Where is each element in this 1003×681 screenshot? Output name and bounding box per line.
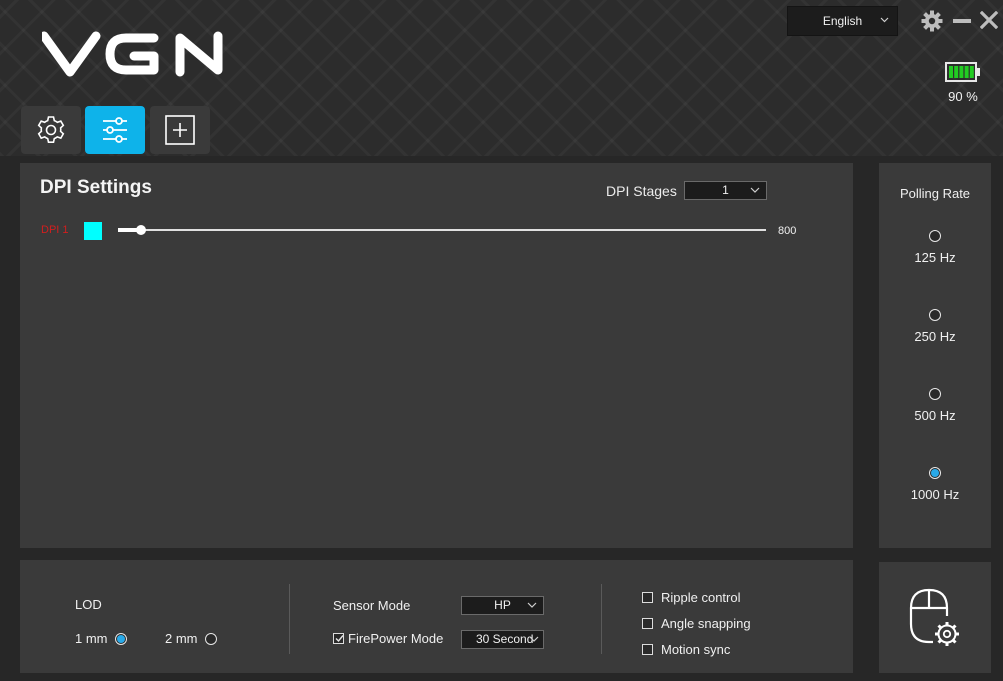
polling-rate-panel: Polling Rate 125 Hz 250 Hz 500 Hz 1000 H… — [879, 163, 991, 548]
angle-snapping-checkbox[interactable] — [642, 618, 653, 629]
battery-icon — [945, 62, 980, 82]
sensor-mode-label: Sensor Mode — [333, 598, 411, 613]
ripple-control-label: Ripple control — [661, 590, 741, 605]
sensor-options-panel: LOD 1 mm 2 mm Sensor Mode HP FirePower M… — [20, 560, 853, 673]
polling-option-1000[interactable]: 1000 Hz — [879, 467, 991, 502]
mouse-settings-icon — [909, 588, 959, 646]
dpi-stages-select[interactable]: 1 — [684, 181, 767, 200]
battery-cell — [949, 66, 953, 78]
dpi-stages-label: DPI Stages — [606, 183, 677, 199]
sensor-mode-value: HP — [494, 598, 511, 612]
divider — [289, 584, 290, 654]
chevron-down-icon — [880, 17, 889, 23]
dpi-settings-title: DPI Settings — [40, 177, 152, 198]
lod-title: LOD — [75, 597, 102, 612]
vgn-app-window: English 90 % DPI Settings DPI Stages 1 D… — [0, 0, 1003, 681]
lod-option-2mm[interactable]: 2 mm — [165, 631, 217, 646]
vgn-logo — [39, 30, 238, 83]
chevron-down-icon — [529, 636, 539, 642]
dpi-settings-panel: DPI Settings DPI Stages 1 DPI 1 800 — [20, 163, 853, 548]
polling-option-250[interactable]: 250 Hz — [879, 309, 991, 344]
polling-radio-500[interactable] — [929, 388, 941, 400]
gear-icon — [37, 116, 65, 143]
polling-label-250: 250 Hz — [914, 329, 956, 344]
checkmark-icon — [335, 635, 344, 643]
ripple-control-option[interactable]: Ripple control — [642, 590, 741, 605]
firepower-checkbox[interactable] — [333, 633, 344, 644]
firepower-duration-value: 30 Second — [476, 632, 534, 646]
lod-option-1mm[interactable]: 1 mm — [75, 631, 127, 646]
language-select[interactable]: English — [787, 6, 898, 36]
dpi-value: 800 — [778, 225, 797, 237]
battery-indicator: 90 % — [943, 62, 983, 104]
dpi-stages-value: 1 — [722, 183, 729, 197]
lod-radio-1mm[interactable] — [114, 632, 127, 645]
polling-radio-1000[interactable] — [929, 467, 941, 479]
polling-label-125: 125 Hz — [914, 250, 956, 265]
lod-label-2mm: 2 mm — [165, 631, 198, 646]
angle-snapping-label: Angle snapping — [661, 616, 751, 631]
mouse-settings-button[interactable] — [879, 562, 991, 673]
plus-square-icon — [165, 115, 195, 145]
battery-percent: 90 % — [948, 89, 978, 104]
polling-label-500: 500 Hz — [914, 408, 956, 423]
minimize-icon[interactable] — [952, 12, 972, 30]
lod-label-1mm: 1 mm — [75, 631, 108, 646]
battery-cell — [964, 66, 969, 78]
polling-radio-250[interactable] — [929, 309, 941, 321]
tab-macro[interactable] — [150, 106, 210, 154]
tab-settings[interactable] — [21, 106, 81, 154]
divider — [601, 584, 602, 654]
sensor-mode-select[interactable]: HP — [461, 596, 544, 615]
header-bar: English 90 % — [0, 0, 1003, 156]
polling-rate-title: Polling Rate — [899, 186, 971, 201]
dpi-slider-thumb[interactable] — [135, 225, 146, 235]
motion-sync-label: Motion sync — [661, 642, 731, 657]
language-select-value: English — [822, 14, 863, 28]
ripple-control-checkbox[interactable] — [642, 592, 653, 603]
dpi-row-label: DPI 1 — [41, 224, 69, 236]
polling-option-500[interactable]: 500 Hz — [879, 388, 991, 423]
tab-dpi-performance[interactable] — [85, 106, 145, 154]
battery-cell — [969, 66, 974, 78]
polling-option-125[interactable]: 125 Hz — [879, 230, 991, 265]
chevron-down-icon — [750, 187, 760, 193]
battery-cell — [954, 66, 959, 78]
lod-radio-2mm[interactable] — [204, 632, 217, 645]
firepower-mode-label: FirePower Mode — [348, 631, 444, 646]
chevron-down-icon — [527, 602, 537, 608]
battery-cell — [959, 66, 964, 78]
motion-sync-option[interactable]: Motion sync — [642, 642, 730, 657]
sliders-icon — [103, 117, 127, 143]
firepower-duration-select[interactable]: 30 Second — [461, 630, 544, 649]
angle-snapping-option[interactable]: Angle snapping — [642, 616, 751, 631]
motion-sync-checkbox[interactable] — [642, 644, 653, 655]
polling-radio-125[interactable] — [929, 230, 941, 242]
firepower-mode-toggle[interactable]: FirePower Mode — [333, 631, 443, 646]
settings-gear-icon[interactable] — [921, 10, 943, 32]
dpi-color-swatch[interactable] — [84, 222, 102, 240]
dpi-slider-track[interactable] — [118, 229, 766, 231]
polling-label-1000: 1000 Hz — [910, 487, 960, 502]
close-icon[interactable] — [980, 11, 998, 29]
